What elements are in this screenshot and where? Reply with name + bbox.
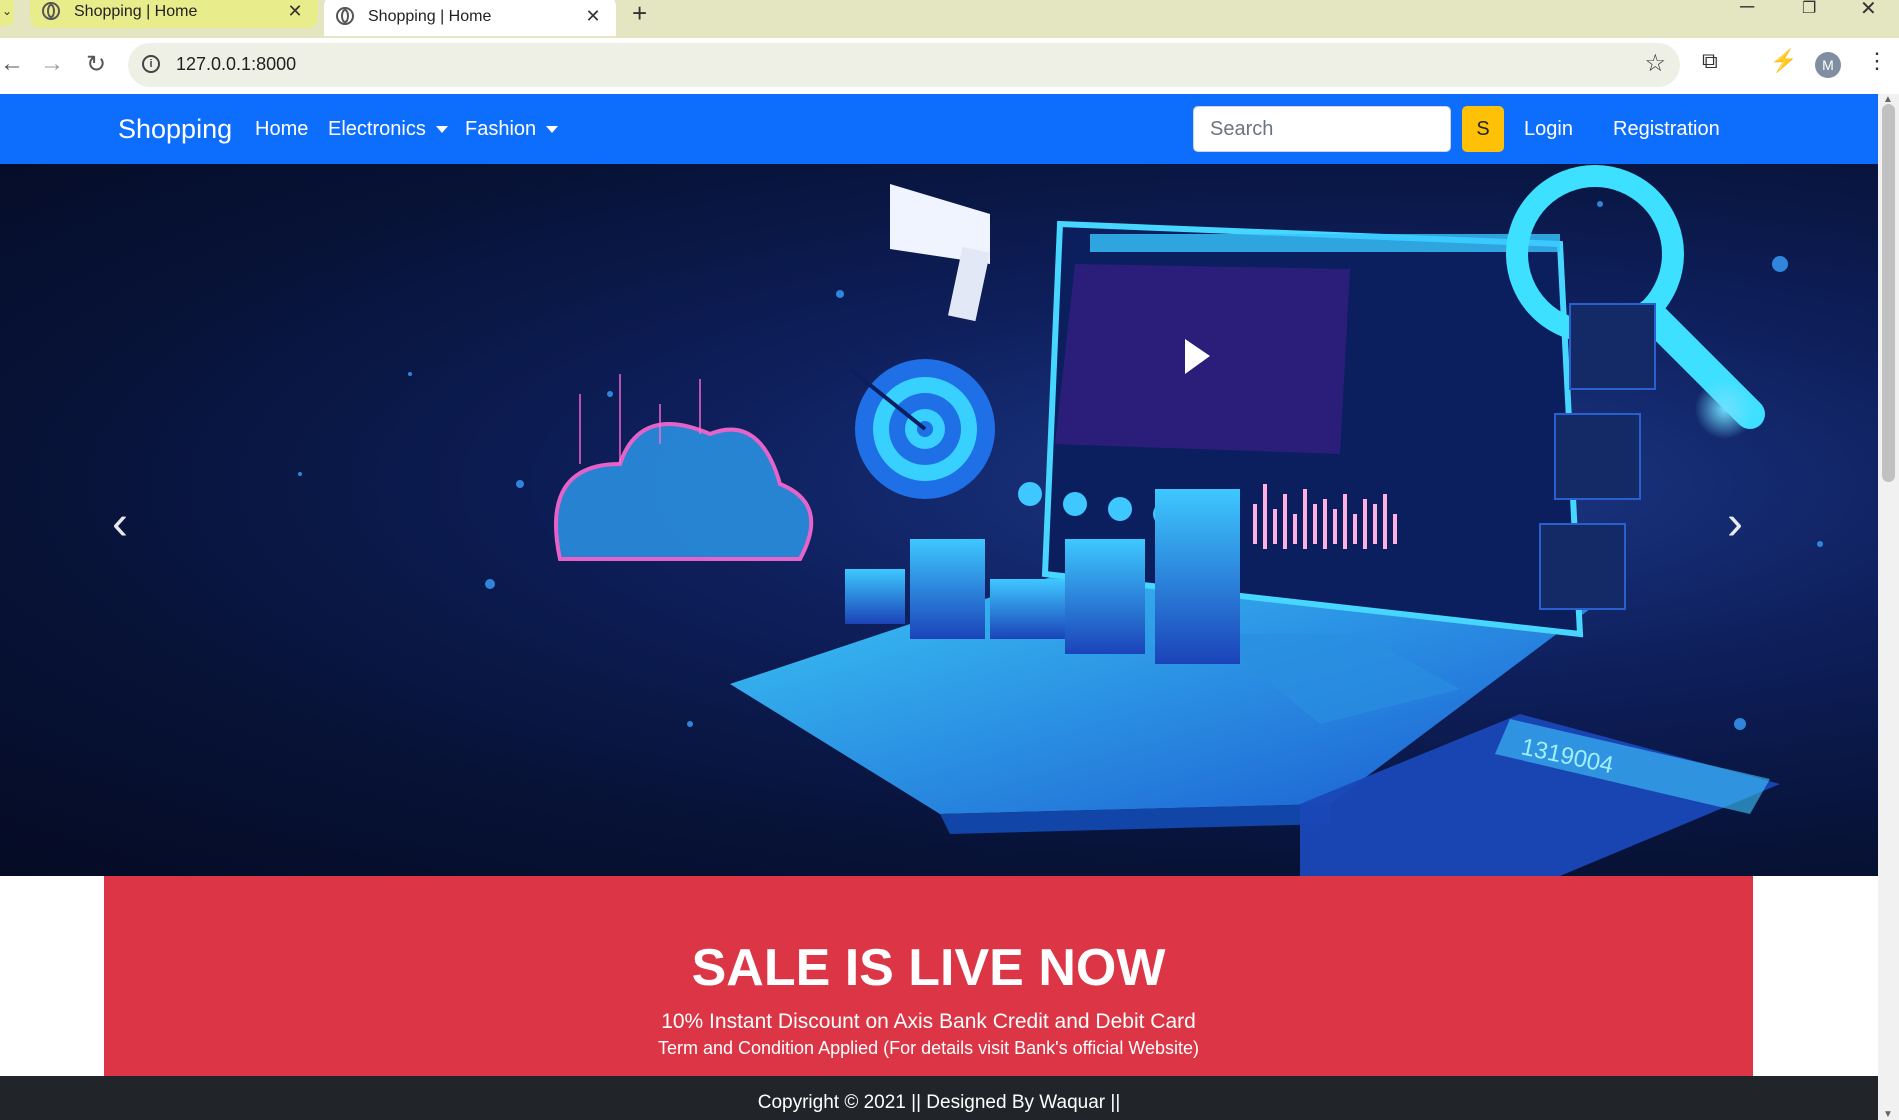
site-navbar: Shopping Home Electronics Fashion S Logi…: [0, 94, 1878, 164]
footer-copyright: Copyright © 2021 || Designed By Waquar |…: [757, 1092, 1121, 1113]
nav-dropdown-electronics[interactable]: Electronics: [328, 118, 448, 141]
sale-title: SALE IS LIVE NOW: [691, 939, 1166, 997]
globe-icon: [42, 2, 60, 20]
browser-tab-1[interactable]: Shopping | Home ✕: [30, 0, 318, 28]
nav-dropdown-fashion[interactable]: Fashion: [465, 118, 559, 141]
brand-link[interactable]: Shopping: [118, 114, 232, 145]
menu-kebab-icon[interactable]: ⋮: [1866, 48, 1888, 74]
globe-icon: [336, 7, 354, 25]
profile-avatar[interactable]: M: [1815, 52, 1841, 78]
tab-search-button[interactable]: ⌄: [0, 0, 14, 26]
site-info-icon[interactable]: i: [142, 55, 160, 73]
search-input[interactable]: [1193, 106, 1451, 152]
reload-icon[interactable]: ↻: [86, 50, 106, 79]
extensions-icon[interactable]: ⧉: [1702, 48, 1718, 74]
back-arrow-icon[interactable]: ←: [0, 50, 24, 78]
scroll-down-arrow-icon[interactable]: ▼: [1883, 1109, 1893, 1120]
restore-button[interactable]: ❐: [1802, 0, 1816, 18]
carousel-next-button[interactable]: ›: [1715, 494, 1755, 554]
close-tab-icon[interactable]: ✕: [282, 1, 308, 22]
browser-toolbar: ← → ↻ i 127.0.0.1:8000 ☆ ⧉ ⚡ M ⋮: [0, 38, 1899, 94]
login-link[interactable]: Login: [1524, 118, 1573, 141]
new-tab-button[interactable]: +: [632, 0, 647, 29]
tab-title: Shopping | Home: [368, 8, 492, 25]
browser-tab-strip: ⌄ Shopping | Home ✕ Shopping | Home ✕ + …: [0, 0, 1899, 38]
sale-subtitle: 10% Instant Discount on Axis Bank Credit…: [661, 1010, 1196, 1033]
carousel-illustration: 1319004: [298, 165, 1823, 876]
performance-icon[interactable]: ⚡: [1770, 48, 1797, 74]
caret-down-icon: [435, 126, 448, 134]
page-viewport: Shopping Home Electronics Fashion S Logi…: [0, 94, 1878, 1120]
bookmark-star-icon[interactable]: ☆: [1644, 49, 1666, 78]
tab-title: Shopping | Home: [74, 3, 198, 20]
url-text[interactable]: 127.0.0.1:8000: [176, 54, 296, 75]
close-tab-icon[interactable]: ✕: [580, 6, 606, 27]
forward-arrow-icon[interactable]: →: [40, 50, 64, 78]
scrollbar-thumb[interactable]: [1882, 104, 1895, 482]
nav-link-home[interactable]: Home: [255, 118, 308, 141]
site-footer: Copyright © 2021 || Designed By Waquar |…: [0, 1076, 1878, 1120]
search-button[interactable]: S: [1462, 106, 1504, 152]
sale-terms-note: Term and Condition Applied (For details …: [657, 1038, 1200, 1058]
registration-link[interactable]: Registration: [1613, 118, 1720, 141]
chevron-down-icon: ⌄: [2, 4, 13, 18]
browser-tab-2[interactable]: Shopping | Home ✕: [324, 0, 616, 36]
page-scrollbar[interactable]: ▲ ▼: [1878, 94, 1899, 1120]
close-window-button[interactable]: ✕: [1860, 0, 1877, 21]
nav-dropdown-label: Electronics: [328, 118, 426, 140]
address-bar[interactable]: i 127.0.0.1:8000 ☆: [128, 43, 1680, 87]
minimize-button[interactable]: ─: [1740, 0, 1754, 19]
carousel-prev-button[interactable]: ‹: [100, 494, 140, 554]
sale-banner: SALE IS LIVE NOW 10% Instant Discount on…: [104, 876, 1753, 1076]
caret-down-icon: [546, 126, 559, 134]
hero-carousel: 1319004 ‹ ›: [0, 164, 1878, 876]
nav-dropdown-label: Fashion: [465, 118, 537, 140]
